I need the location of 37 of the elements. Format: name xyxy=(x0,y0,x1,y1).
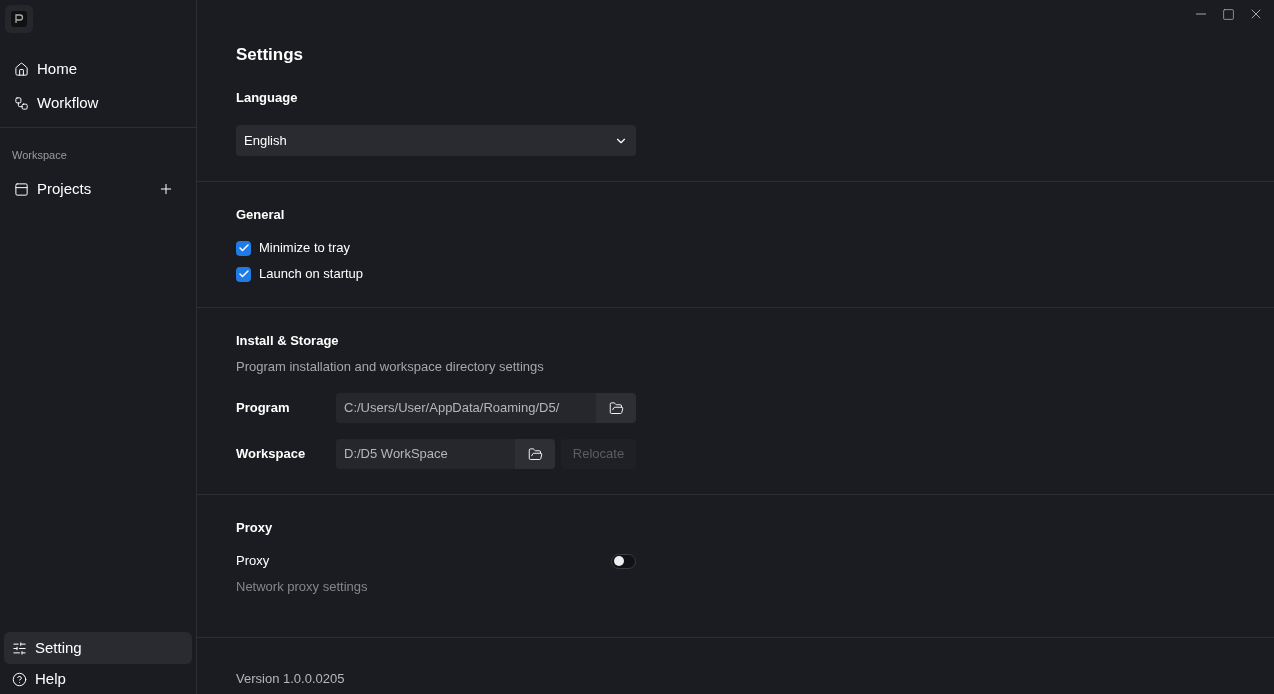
workflow-icon xyxy=(14,95,29,111)
nav-item[interactable]: Help xyxy=(4,664,192,694)
section-heading: Language xyxy=(236,90,299,106)
checkbox[interactable] xyxy=(236,240,251,256)
page-title: Settings xyxy=(236,45,305,65)
add-icon[interactable] xyxy=(158,181,174,197)
checkbox-label: Launch on startup xyxy=(259,266,364,282)
nav-item[interactable]: Setting xyxy=(4,632,192,664)
folder-icon xyxy=(608,400,624,416)
settings-icon xyxy=(12,640,27,656)
section-label: Workspace xyxy=(11,148,68,162)
panel-icon xyxy=(14,181,29,197)
language-select[interactable]: English xyxy=(236,125,636,156)
checkbox[interactable] xyxy=(236,266,251,282)
section-description: Network proxy settings xyxy=(236,579,369,595)
nav-item[interactable]: Projects xyxy=(6,173,190,205)
help-icon xyxy=(12,671,27,687)
home-icon xyxy=(14,61,29,77)
proxy-toggle[interactable] xyxy=(611,553,636,569)
maximize-icon[interactable] xyxy=(1222,7,1235,21)
path-field[interactable]: C:/Users/User/AppData/Roaming/D5/ xyxy=(336,393,596,423)
browse-button[interactable] xyxy=(596,393,636,423)
section-heading: General xyxy=(236,207,286,223)
section-heading: Install & Storage xyxy=(236,333,340,349)
checkbox-label: Minimize to tray xyxy=(259,240,351,256)
path-field[interactable]: D:/D5 WorkSpace xyxy=(336,439,515,469)
section-description: Program installation and workspace directory settings xyxy=(236,359,545,375)
folder-icon xyxy=(527,446,543,462)
section-heading: Proxy xyxy=(236,520,274,536)
nav-item[interactable]: Workflow xyxy=(6,87,190,119)
browse-button[interactable] xyxy=(515,439,555,469)
app-logo-icon xyxy=(5,5,33,33)
path-label: Program xyxy=(236,399,291,418)
nav-item[interactable]: Home xyxy=(6,53,190,85)
path-label: Workspace xyxy=(236,445,307,464)
proxy-label: Proxy xyxy=(236,553,270,569)
version-text: Version 1.0.0.0205 xyxy=(235,671,346,687)
